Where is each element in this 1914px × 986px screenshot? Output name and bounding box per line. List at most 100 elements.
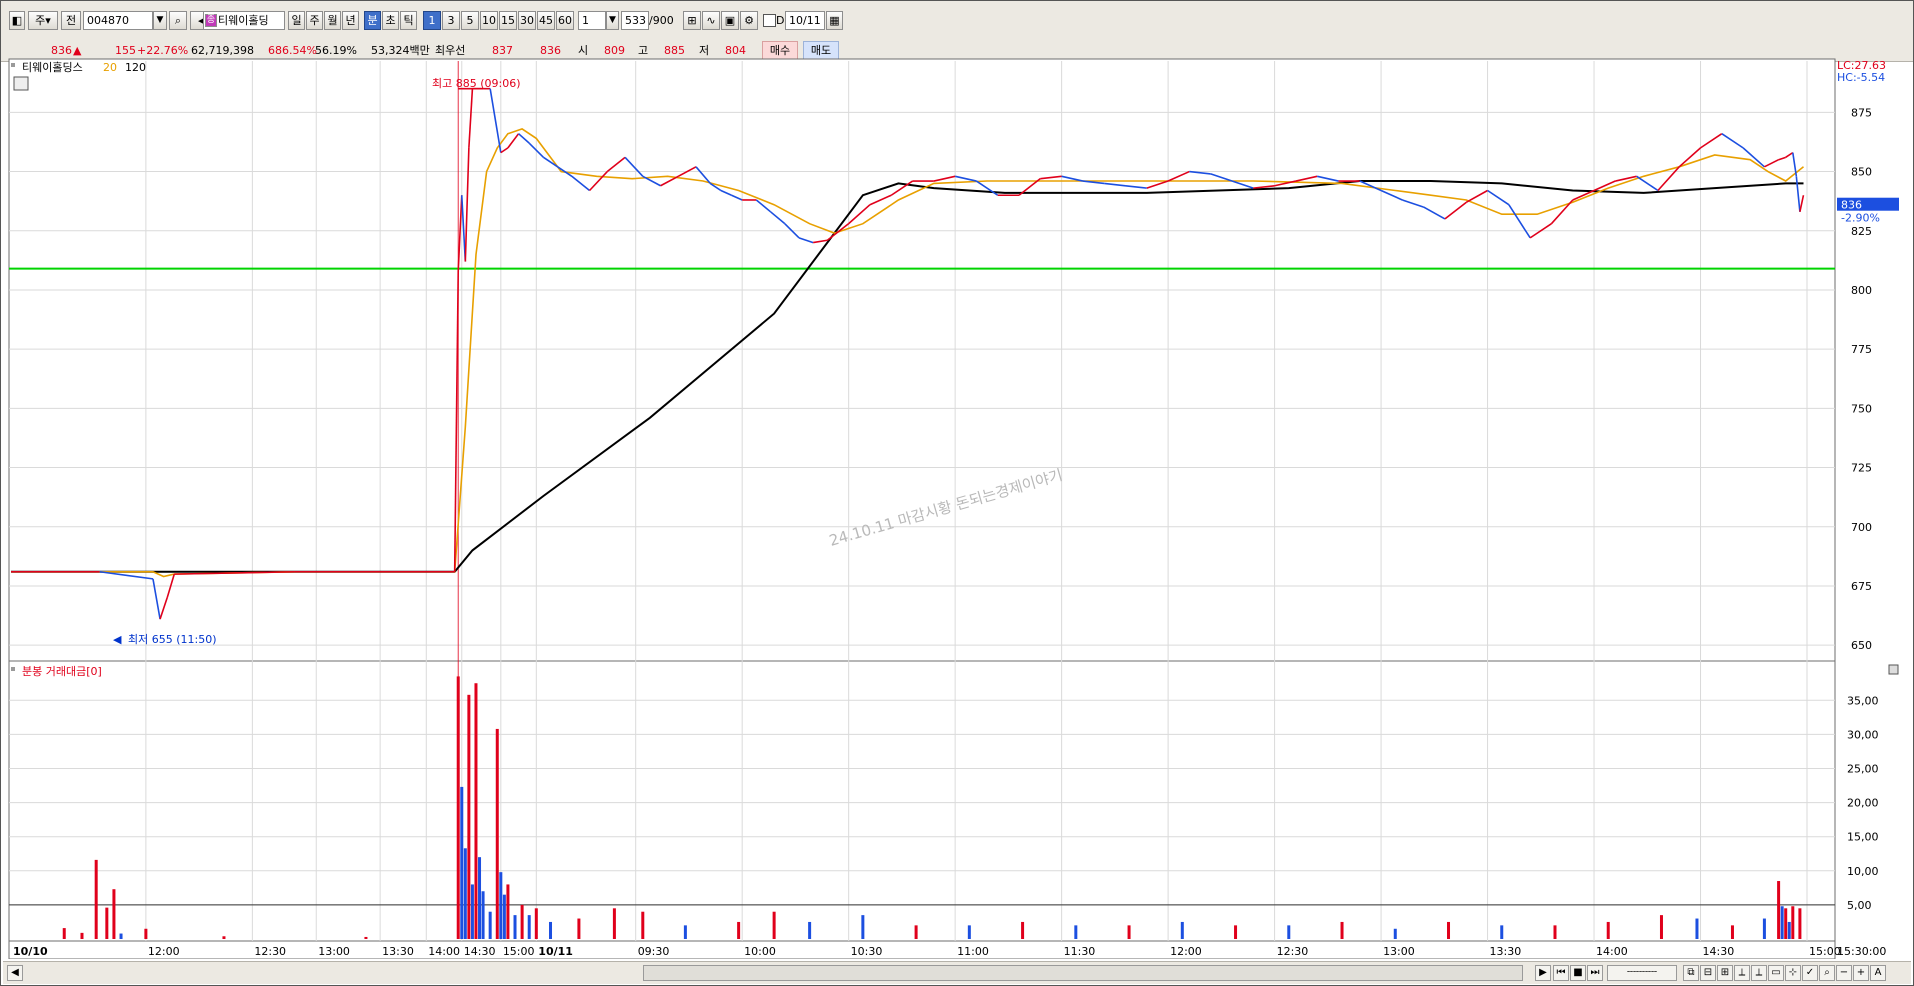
volume-bar [119,933,123,939]
volume-bar [1340,921,1344,939]
x-tick-label: 14:00 [1596,945,1628,958]
high-annotation: 최고 885 (09:06) [432,77,521,90]
volume-bar [481,891,485,939]
x-tick-label: 14:30 [1703,945,1735,958]
volume-bar [112,889,116,939]
volume-bar [914,925,918,939]
volume-bar [1393,928,1397,939]
ma120-legend[interactable]: 120 [125,61,146,74]
volume-bar [549,921,553,939]
volume-bar [1787,921,1791,939]
volume-bar [1777,881,1781,939]
layout-icon[interactable]: ⧉ [1683,965,1699,981]
speed-slider[interactable]: ┄┄┄┄┄ [1607,965,1677,981]
volume-bar [1127,925,1131,939]
volume-bar [470,884,474,939]
price-tick-label: 825 [1851,225,1872,238]
x-tick-label: 11:00 [957,945,989,958]
volume-panel-title[interactable]: 분봉 거래대금[0] [22,665,102,678]
price-panel-title[interactable]: 티웨이홀딩스 [22,61,83,74]
cursor-icon[interactable]: ⊹ [1785,965,1801,981]
x-tick-label: 12:30 [1277,945,1309,958]
x-tick-label: 14:30 [464,945,496,958]
volume-bar [499,872,503,939]
volume-bar [456,676,460,939]
x-tick-label: 15:00 [503,945,535,958]
x-tick-label: 13:30 [1490,945,1522,958]
volume-panel [8,660,1836,942]
volume-bar [1784,908,1788,939]
play-icon[interactable]: ⏭ [1587,965,1603,981]
volume-tick-label: 20,00 [1847,797,1879,810]
measure-icon[interactable]: ⟂ [1734,965,1750,981]
price-tick-label: 850 [1851,166,1872,179]
price-tick-label: 725 [1851,462,1872,475]
volume-bar [80,932,84,939]
price-tick-label: 875 [1851,106,1872,119]
volume-tick-label: 5,00 [1847,899,1872,912]
x-tick-label: 10/10 [13,945,48,958]
volume-bar [1762,918,1766,939]
volume-bar [577,918,581,939]
volume-bar [808,921,812,939]
x-tick-label: 09:30 [638,945,670,958]
scroll-thumb[interactable] [643,965,1523,981]
volume-bar [1500,925,1504,939]
x-tick-label: 14:00 [428,945,460,958]
volume-bar [105,907,109,939]
calculator-icon[interactable] [13,76,29,91]
price-tick-label: 750 [1851,402,1872,415]
panel-close-icon[interactable] [1888,664,1899,675]
volume-bar [861,915,865,939]
zoom-out-icon[interactable]: − [1836,965,1852,981]
cross-icon[interactable]: ⟂ [1751,965,1767,981]
volume-bar [474,683,478,939]
volume-bar [641,911,645,939]
x-tick-label: 12:30 [254,945,286,958]
volume-bar [1695,918,1699,939]
hc-label: HC:-5.54 [1837,71,1885,84]
volume-bar [1791,906,1795,939]
stop-icon[interactable]: ■ [1570,965,1586,981]
ma20-legend[interactable]: 20 [103,61,117,74]
tile-icon[interactable]: ⊞ [1717,965,1733,981]
autoscale-icon[interactable]: A [1870,965,1886,981]
volume-bar [478,857,482,939]
volume-bar [1553,925,1557,939]
scroll-right-icon[interactable]: ▶ [1535,965,1551,981]
chart-area: 10/10 12:00 12:30 13:00 13:30 14:00 14:30 15:00… [8,58,1899,959]
current-price-label: 836 [1841,199,1862,212]
volume-tick-label: 30,00 [1847,728,1879,741]
x-tick-label: 12:00 [148,945,180,958]
volume-bar [364,936,368,939]
volume-bar [144,928,148,939]
volume-bar [612,908,616,939]
x-tick-label: 13:00 [318,945,350,958]
volume-bar [1021,921,1025,939]
scroll-left-icon[interactable]: ◀ [7,965,23,981]
rewind-icon[interactable]: ⏮ [1553,965,1569,981]
volume-bar [463,848,467,939]
pin-icon[interactable]: ✓ [1802,965,1818,981]
price-tick-label: 700 [1851,521,1872,534]
zoom-in-icon[interactable]: + [1853,965,1869,981]
zoom-icon[interactable]: ⌕ [1819,965,1835,981]
volume-tick-label: 25,00 [1847,762,1879,775]
price-tick-label: 800 [1851,284,1872,297]
fit-icon[interactable]: ▭ [1768,965,1784,981]
volume-bar [467,694,471,939]
chart-navigation-bar: ◀ ▶ ⏮ ■ ⏭ ┄┄┄┄┄ ⧉ ⊟ ⊞ ⟂ ⟂ ▭ ⊹ ✓ ⌕ − + A [3,961,1911,984]
volume-bar [513,915,517,939]
x-tick-label: 15:00 [1809,945,1841,958]
low-annotation: 최저 655 (11:50) [128,633,217,646]
x-tick-label: 10:00 [744,945,776,958]
current-pct-label: -2.90% [1841,212,1880,225]
volume-bar [502,894,506,939]
volume-bar [1287,925,1291,939]
low-arrow-icon: ◀ [113,633,122,646]
volume-panel-marker-icon [11,667,15,671]
volume-tick-label: 10,00 [1847,865,1879,878]
split-icon[interactable]: ⊟ [1700,965,1716,981]
x-tick-label: 12:00 [1170,945,1202,958]
volume-bar [1234,925,1238,939]
